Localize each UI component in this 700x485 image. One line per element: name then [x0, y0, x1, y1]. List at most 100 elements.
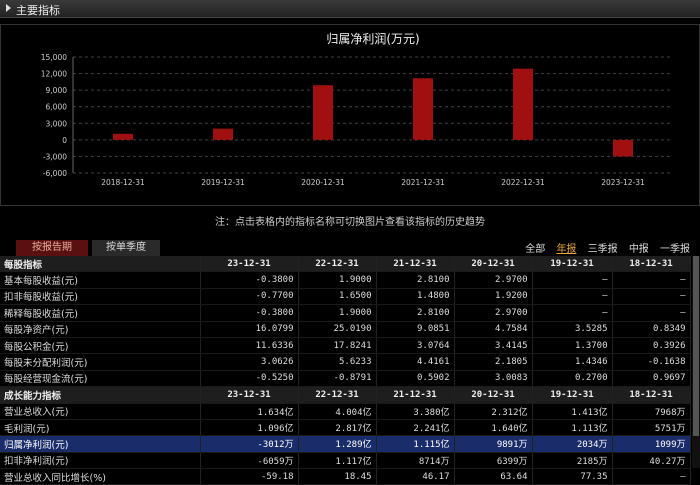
table-row[interactable]: 每股未分配利润(元) 3.0626 5.6233 4.4161 2.1805 1.4346… — [0, 353, 691, 371]
table-row[interactable]: 扣非净利润(元) -6059万 1.117亿 8714万 6399万 2185万 40.27… — [0, 452, 691, 470]
indicator-name[interactable]: 稀释每股收益(元) — [0, 304, 201, 322]
table-cell: 1.3700 — [532, 337, 613, 355]
table-cell: 2.312亿 — [454, 403, 533, 420]
table-cell: 4.7584 — [454, 321, 533, 338]
period-q1[interactable]: 一季报 — [660, 244, 690, 255]
table-cell: -0.8791 — [298, 370, 377, 388]
indicator-name[interactable]: 营业总收入同比增长(%) — [0, 468, 201, 485]
scrollbar-thumb[interactable] — [693, 256, 699, 436]
period-annual[interactable]: 年报 — [556, 244, 576, 255]
table-row[interactable]: 每股净资产(元) 16.0799 25.0190 9.0851 4.7584 3.5285… — [0, 321, 691, 338]
table-cell: 1099万 — [612, 435, 691, 453]
tab-by-quarter[interactable]: 按单季度 — [92, 240, 160, 256]
indicator-name[interactable]: 每股未分配利润(元) — [0, 353, 201, 371]
table-cell: — — [532, 304, 613, 322]
table-cell: 1.115亿 — [376, 435, 455, 453]
table-cell: 1.9000 — [298, 304, 377, 322]
column-header: 18-12-31 — [612, 256, 691, 273]
table-cell: 3.0626 — [200, 353, 299, 371]
table-cell: 3.4145 — [454, 337, 533, 355]
table-cell: 1.4800 — [376, 288, 455, 306]
period-interim[interactable]: 中报 — [629, 244, 649, 255]
column-header: 21-12-31 — [376, 256, 455, 273]
table-cell: 1.289亿 — [298, 435, 377, 453]
x-tick-label: 2020-12-31 — [301, 178, 345, 187]
column-header: 23-12-31 — [200, 256, 299, 273]
bar — [313, 85, 333, 140]
column-header: 20-12-31 — [454, 256, 533, 273]
table-cell: 5.6233 — [298, 353, 377, 371]
column-header: 22-12-31 — [298, 386, 377, 404]
column-header: 22-12-31 — [298, 256, 377, 273]
y-tick-label: 3,000 — [46, 119, 68, 128]
table-cell: 1.117亿 — [298, 452, 377, 470]
table-cell: -0.5250 — [200, 370, 299, 388]
bar — [113, 133, 133, 140]
table-row[interactable]: 营业总收入同比增长(%) -59.18 18.45 46.17 63.64 77.35— — [0, 468, 691, 485]
column-header: 20-12-31 — [454, 386, 533, 404]
table-cell: -0.3800 — [200, 271, 299, 289]
indicator-name[interactable]: 毛利润(元) — [0, 419, 201, 437]
y-tick-label: 9,000 — [46, 86, 68, 95]
table-cell: 2.8100 — [376, 271, 455, 289]
table-row[interactable]: 扣非每股收益(元) -0.7700 1.6500 1.4800 1.9200— — — [0, 288, 691, 306]
table-cell: 0.8349 — [612, 321, 691, 338]
chart-panel: 归属净利润(万元) 15,000 12,000 9,000 6,000 3,000 0 -3,… — [0, 24, 700, 206]
table-row[interactable]: 毛利润(元) 1.096亿 2.817亿 2.241亿 1.640亿 1.113亿 5751… — [0, 419, 691, 437]
table-cell: 0.3926 — [612, 337, 691, 355]
indicator-name[interactable]: 归属净利润(元) — [0, 435, 201, 453]
table-row[interactable]: 每股公积金(元) 11.6336 17.8241 3.0764 3.4145 1.3700… — [0, 337, 691, 355]
table-cell: 8714万 — [376, 452, 455, 470]
table-cell: — — [532, 288, 613, 306]
bar — [213, 128, 233, 140]
table-cell: 1.6500 — [298, 288, 377, 306]
indicator-table: 每股指标 23-12-31 22-12-31 21-12-31 20-12-31 19-1… — [0, 256, 691, 485]
table-cell: 2.817亿 — [298, 419, 377, 437]
table-cell: 40.27万 — [612, 452, 691, 470]
table-cell: -3012万 — [200, 435, 299, 453]
y-tick-label: -6,000 — [43, 169, 67, 178]
table-cell: -59.18 — [200, 468, 299, 485]
table-cell: 2185万 — [532, 452, 613, 470]
bar — [613, 139, 633, 157]
table-cell: 4.4161 — [376, 353, 455, 371]
section-title: 主要指标 — [16, 4, 60, 17]
table-row[interactable]: 每股经营现金流(元) -0.5250 -0.8791 0.5902 3.0083 0.27… — [0, 370, 691, 388]
table-cell: 9891万 — [454, 435, 533, 453]
table-cell: 1.113亿 — [532, 419, 613, 437]
bar — [413, 78, 433, 140]
period-q3[interactable]: 三季报 — [588, 244, 618, 255]
indicator-name[interactable]: 每股净资产(元) — [0, 321, 201, 338]
indicator-name[interactable]: 每股经营现金流(元) — [0, 370, 201, 388]
table-row[interactable]: 稀释每股收益(元) -0.3800 1.9000 2.8100 2.9700— — — [0, 304, 691, 322]
period-filter: 全部 年报 三季报 中报 一季报 — [517, 240, 690, 255]
table-cell: 1.4346 — [532, 353, 613, 371]
indicator-name[interactable]: 营业总收入(元) — [0, 403, 201, 420]
indicator-name[interactable]: 扣非每股收益(元) — [0, 288, 201, 306]
column-header: 21-12-31 — [376, 386, 455, 404]
table-cell: 16.0799 — [200, 321, 299, 338]
table-row[interactable]: 归属净利润(元) -3012万 1.289亿 1.115亿 9891万 2034万 1099… — [0, 435, 691, 453]
y-tick-label: 15,000 — [41, 53, 67, 62]
table-cell: 77.35 — [532, 468, 613, 485]
table-cell: — — [612, 271, 691, 289]
indicator-name[interactable]: 每股公积金(元) — [0, 337, 201, 355]
hint-note: 注：点击表格内的指标名称可切换图片查看该指标的历史趋势 — [215, 217, 485, 228]
table-row[interactable]: 营业总收入(元) 1.634亿 4.004亿 3.380亿 2.312亿 1.413亿 79… — [0, 403, 691, 420]
indicator-name[interactable]: 基本每股收益(元) — [0, 271, 201, 289]
section-title: 成长能力指标 — [0, 386, 201, 404]
column-header: 23-12-31 — [200, 386, 299, 404]
vertical-scrollbar[interactable] — [692, 256, 700, 468]
tab-by-report-period[interactable]: 按报告期 — [16, 240, 88, 256]
y-tick-label: 12,000 — [41, 70, 67, 79]
table-cell: — — [612, 468, 691, 485]
indicator-name[interactable]: 扣非净利润(元) — [0, 452, 201, 470]
table-cell: 3.380亿 — [376, 403, 455, 420]
table-cell: 3.5285 — [532, 321, 613, 338]
table-cell: 3.0764 — [376, 337, 455, 355]
table-cell: 2.8100 — [376, 304, 455, 322]
table-row[interactable]: 基本每股收益(元) -0.3800 1.9000 2.8100 2.9700— — — [0, 271, 691, 289]
period-all[interactable]: 全部 — [525, 244, 545, 255]
table-cell: 46.17 — [376, 468, 455, 485]
table-cell: 1.9000 — [298, 271, 377, 289]
